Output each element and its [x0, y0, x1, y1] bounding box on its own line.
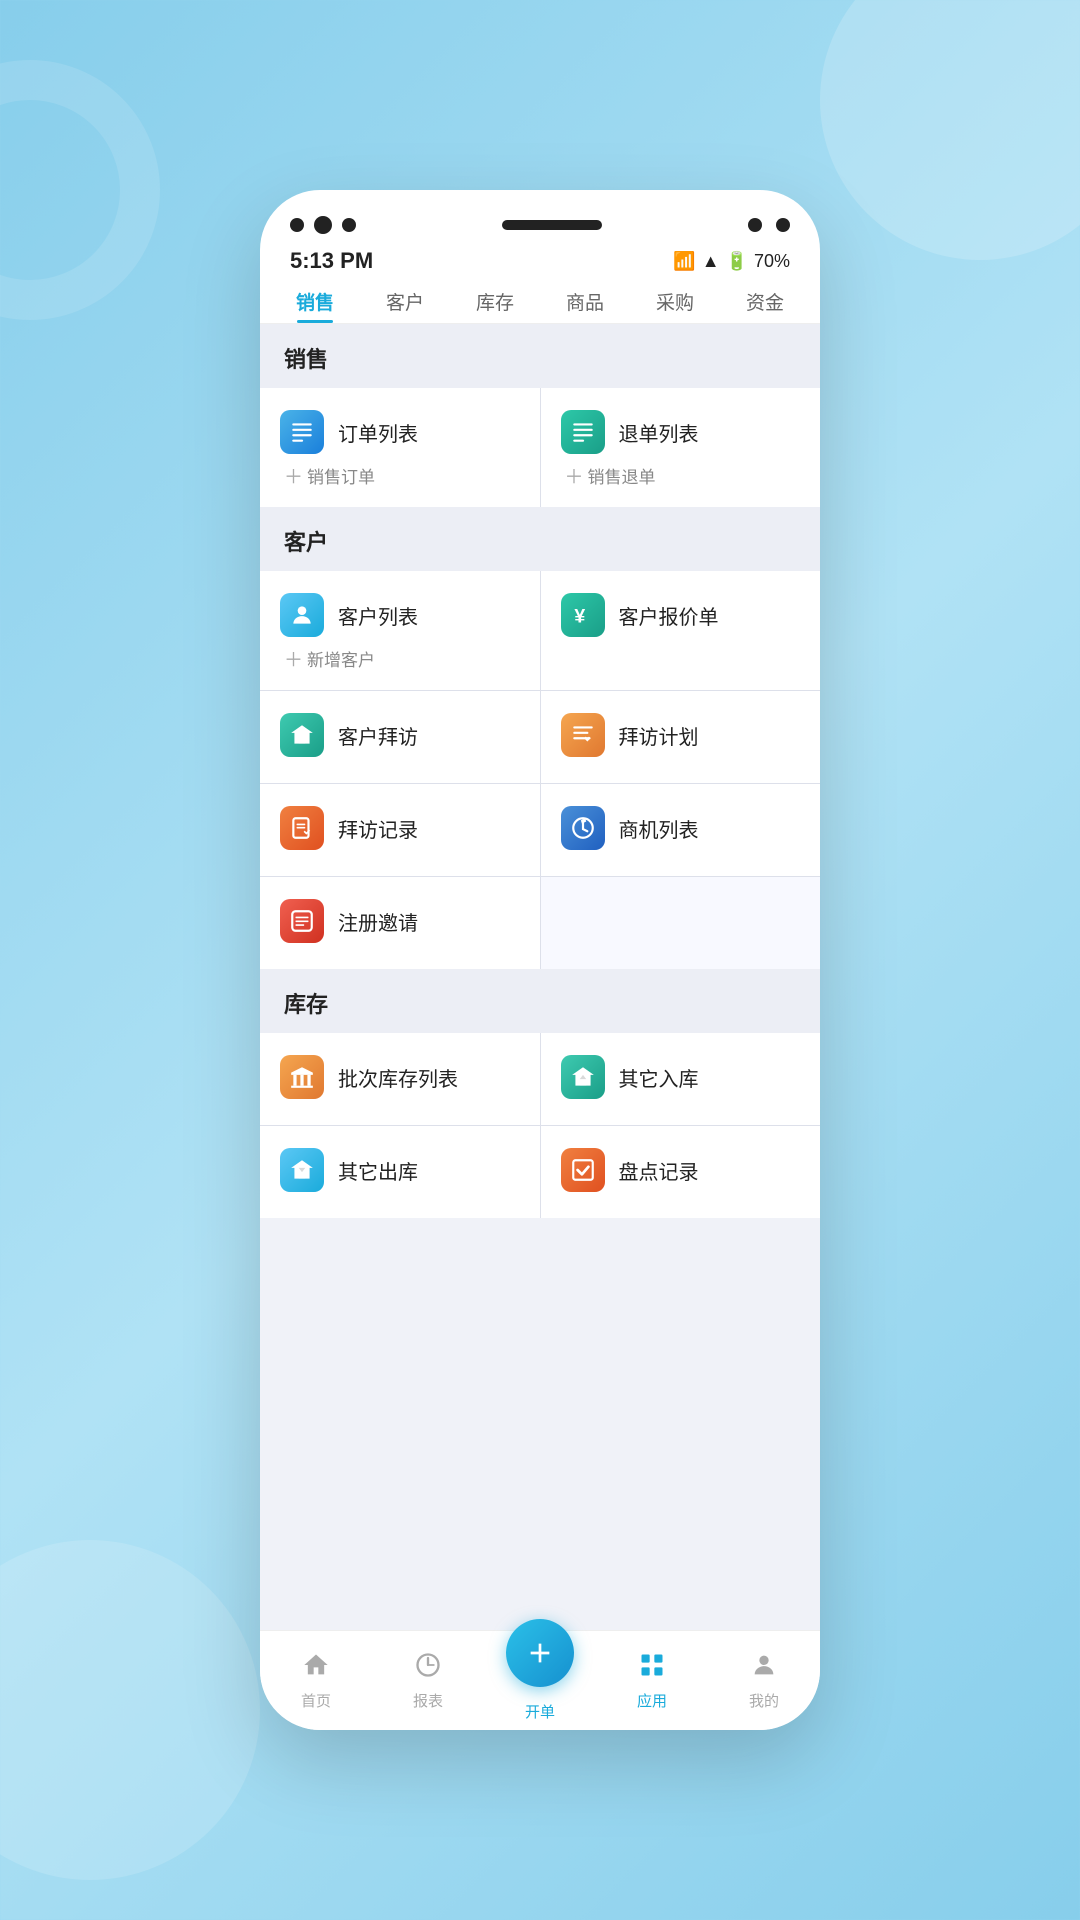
battery-percent: 70% [754, 251, 790, 272]
opportunity-label: 商机列表 [619, 814, 699, 843]
visit-plan-icon [561, 713, 605, 757]
status-icons: 📶 ▲ 🔋 70% [673, 251, 790, 272]
nav-item-home[interactable]: 首页 [260, 1651, 372, 1711]
wifi-icon: 📶 [673, 251, 695, 272]
dot-1 [290, 218, 304, 232]
visit-icon [280, 713, 324, 757]
inventory-grid: 批次库存列表 其它入库 [260, 1033, 820, 1218]
menu-item-other-inbound[interactable]: 其它入库 [541, 1033, 821, 1125]
nav-item-create[interactable]: 开单 [484, 1619, 596, 1722]
tab-sales[interactable]: 销售 [270, 278, 360, 323]
battery-icon: 🔋 [726, 251, 748, 272]
nav-item-app[interactable]: 应用 [596, 1651, 708, 1711]
section-header-inventory: 库存 [260, 969, 820, 1033]
inventory-check-icon [561, 1148, 605, 1192]
nav-app-label: 应用 [637, 1690, 667, 1711]
nav-item-report[interactable]: 报表 [372, 1651, 484, 1711]
batch-inventory-label: 批次库存列表 [338, 1063, 458, 1092]
register-invite-label: 注册邀请 [338, 907, 418, 936]
dot-3 [342, 218, 356, 232]
tab-finance[interactable]: 资金 [720, 278, 810, 323]
sales-grid: 订单列表 ＋ 销售订单 退单列表 [260, 388, 820, 507]
return-list-action: ＋ 销售退单 [565, 462, 656, 489]
nav-item-profile[interactable]: 我的 [708, 1651, 820, 1711]
menu-item-opportunity[interactable]: 商机列表 [541, 784, 821, 876]
register-invite-icon [280, 899, 324, 943]
section-title-sales: 销售 [284, 347, 328, 372]
side-dots [748, 218, 790, 232]
svg-text:¥: ¥ [574, 606, 585, 628]
time-display: 5:13 PM [290, 248, 373, 274]
other-outbound-icon [280, 1148, 324, 1192]
camera-dots [290, 216, 356, 234]
visit-record-label: 拜访记录 [338, 814, 418, 843]
quote-icon: ¥ [561, 593, 605, 637]
menu-item-inventory-check[interactable]: 盘点记录 [541, 1126, 821, 1218]
inventory-check-label: 盘点记录 [619, 1156, 699, 1185]
menu-item-quote[interactable]: ¥ 客户报价单 [541, 571, 821, 690]
nav-tabs: 销售 客户 库存 商品 采购 资金 [260, 278, 820, 324]
tab-inventory[interactable]: 库存 [450, 278, 540, 323]
menu-item-return-list[interactable]: 退单列表 ＋ 销售退单 [541, 388, 821, 507]
content-area: 销售 订单列表 ＋ 销售订单 [260, 324, 820, 1630]
quote-label: 客户报价单 [619, 601, 719, 630]
return-list-icon [561, 410, 605, 454]
menu-item-visit-plan[interactable]: 拜访计划 [541, 691, 821, 783]
menu-item-order-list[interactable]: 订单列表 ＋ 销售订单 [260, 388, 540, 507]
nav-report-label: 报表 [413, 1690, 443, 1711]
other-inbound-label: 其它入库 [619, 1063, 699, 1092]
order-list-icon [280, 410, 324, 454]
speaker [502, 220, 602, 230]
visit-label: 客户拜访 [338, 721, 418, 750]
batch-inventory-icon [280, 1055, 324, 1099]
bg-decoration-arc [0, 60, 160, 320]
other-inbound-icon [561, 1055, 605, 1099]
order-list-action: ＋ 销售订单 [284, 462, 375, 489]
nav-create-label: 开单 [525, 1701, 555, 1722]
tab-customer[interactable]: 客户 [360, 278, 450, 323]
menu-item-placeholder [541, 877, 821, 969]
menu-item-register-invite[interactable]: 注册邀请 [260, 877, 540, 969]
other-outbound-label: 其它出库 [338, 1156, 418, 1185]
tab-purchase[interactable]: 采购 [630, 278, 720, 323]
menu-item-visit-record[interactable]: 拜访记录 [260, 784, 540, 876]
customer-list-icon [280, 593, 324, 637]
status-bar: 5:13 PM 📶 ▲ 🔋 70% [260, 242, 820, 278]
menu-item-visit[interactable]: 客户拜访 [260, 691, 540, 783]
bottom-spacer [260, 1218, 820, 1238]
menu-item-other-outbound[interactable]: 其它出库 [260, 1126, 540, 1218]
customer-grid: 客户列表 ＋ 新增客户 ¥ 客户报价单 [260, 571, 820, 969]
bg-decoration-bottom-left [0, 1540, 260, 1880]
visit-plan-label: 拜访计划 [619, 721, 699, 750]
app-icon [638, 1651, 666, 1686]
bg-decoration-top-right [820, 0, 1080, 260]
customer-list-label: 客户列表 [338, 601, 418, 630]
side-dot-1 [748, 218, 762, 232]
menu-item-customer-list[interactable]: 客户列表 ＋ 新增客户 [260, 571, 540, 690]
phone-top-bar [260, 190, 820, 242]
menu-item-batch-inventory[interactable]: 批次库存列表 [260, 1033, 540, 1125]
signal-icon: ▲ [702, 251, 720, 272]
fab-button[interactable] [506, 1619, 574, 1687]
section-header-sales: 销售 [260, 324, 820, 388]
phone-frame: 5:13 PM 📶 ▲ 🔋 70% 销售 客户 库存 商品 采购 资金 销售 [260, 190, 820, 1730]
return-list-label: 退单列表 [619, 418, 699, 447]
dot-2 [314, 216, 332, 234]
nav-home-label: 首页 [301, 1690, 331, 1711]
profile-icon [750, 1651, 778, 1686]
bottom-nav: 首页 报表 开单 [260, 1630, 820, 1730]
section-title-inventory: 库存 [284, 992, 328, 1017]
section-header-customer: 客户 [260, 507, 820, 571]
visit-record-icon [280, 806, 324, 850]
customer-list-action: ＋ 新增客户 [284, 645, 375, 672]
nav-profile-label: 我的 [749, 1690, 779, 1711]
home-icon [302, 1651, 330, 1686]
order-list-label: 订单列表 [338, 418, 418, 447]
side-dot-2 [776, 218, 790, 232]
section-title-customer: 客户 [284, 530, 328, 555]
tab-product[interactable]: 商品 [540, 278, 630, 323]
opportunity-icon [561, 806, 605, 850]
report-icon [414, 1651, 442, 1686]
